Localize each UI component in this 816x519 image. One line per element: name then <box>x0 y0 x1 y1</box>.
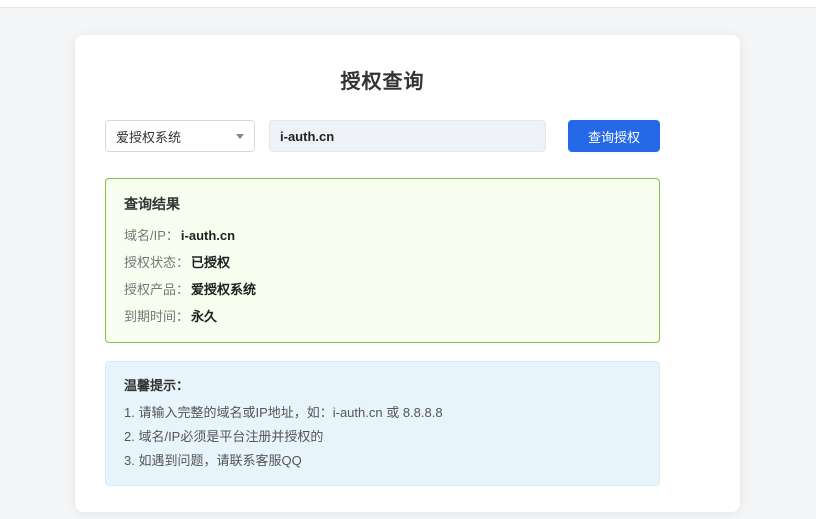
result-label: 授权产品： <box>124 282 189 297</box>
result-row-domain: 域名/IP：i-auth.cn <box>124 222 641 249</box>
auth-query-card: 授权查询 爱授权系统 查询授权 查询结果 域名/IP：i-auth.cn 授权状… <box>75 35 740 512</box>
result-label: 到期时间： <box>124 309 189 324</box>
tips-title: 温馨提示： <box>124 375 641 394</box>
tip-item: 3. 如遇到问题，请联系客服QQ <box>124 449 641 473</box>
result-title: 查询结果 <box>124 194 641 214</box>
result-value: 已授权 <box>191 255 230 270</box>
top-header-strip <box>0 0 816 8</box>
page-title: 授权查询 <box>105 65 660 94</box>
query-form-row: 爱授权系统 查询授权 <box>105 120 660 152</box>
result-row-product: 授权产品：爱授权系统 <box>124 276 641 303</box>
result-value: 爱授权系统 <box>191 282 256 297</box>
product-select-value: 爱授权系统 <box>116 127 181 146</box>
tips-panel: 温馨提示： 1. 请输入完整的域名或IP地址，如：i-auth.cn 或 8.8… <box>105 361 660 486</box>
query-auth-button[interactable]: 查询授权 <box>568 120 660 152</box>
domain-input[interactable] <box>269 120 546 152</box>
tip-item: 2. 域名/IP必须是平台注册并授权的 <box>124 425 641 449</box>
chevron-down-icon <box>236 134 244 139</box>
result-value: i-auth.cn <box>181 228 235 243</box>
result-row-expiry: 到期时间：永久 <box>124 303 641 330</box>
query-result-panel: 查询结果 域名/IP：i-auth.cn 授权状态：已授权 授权产品：爱授权系统… <box>105 178 660 343</box>
result-value: 永久 <box>191 309 217 324</box>
result-label: 授权状态： <box>124 255 189 270</box>
tip-item: 1. 请输入完整的域名或IP地址，如：i-auth.cn 或 8.8.8.8 <box>124 401 641 425</box>
result-row-status: 授权状态：已授权 <box>124 249 641 276</box>
result-label: 域名/IP： <box>124 228 179 243</box>
card-content: 授权查询 爱授权系统 查询授权 查询结果 域名/IP：i-auth.cn 授权状… <box>105 65 660 486</box>
product-select[interactable]: 爱授权系统 <box>105 120 255 152</box>
